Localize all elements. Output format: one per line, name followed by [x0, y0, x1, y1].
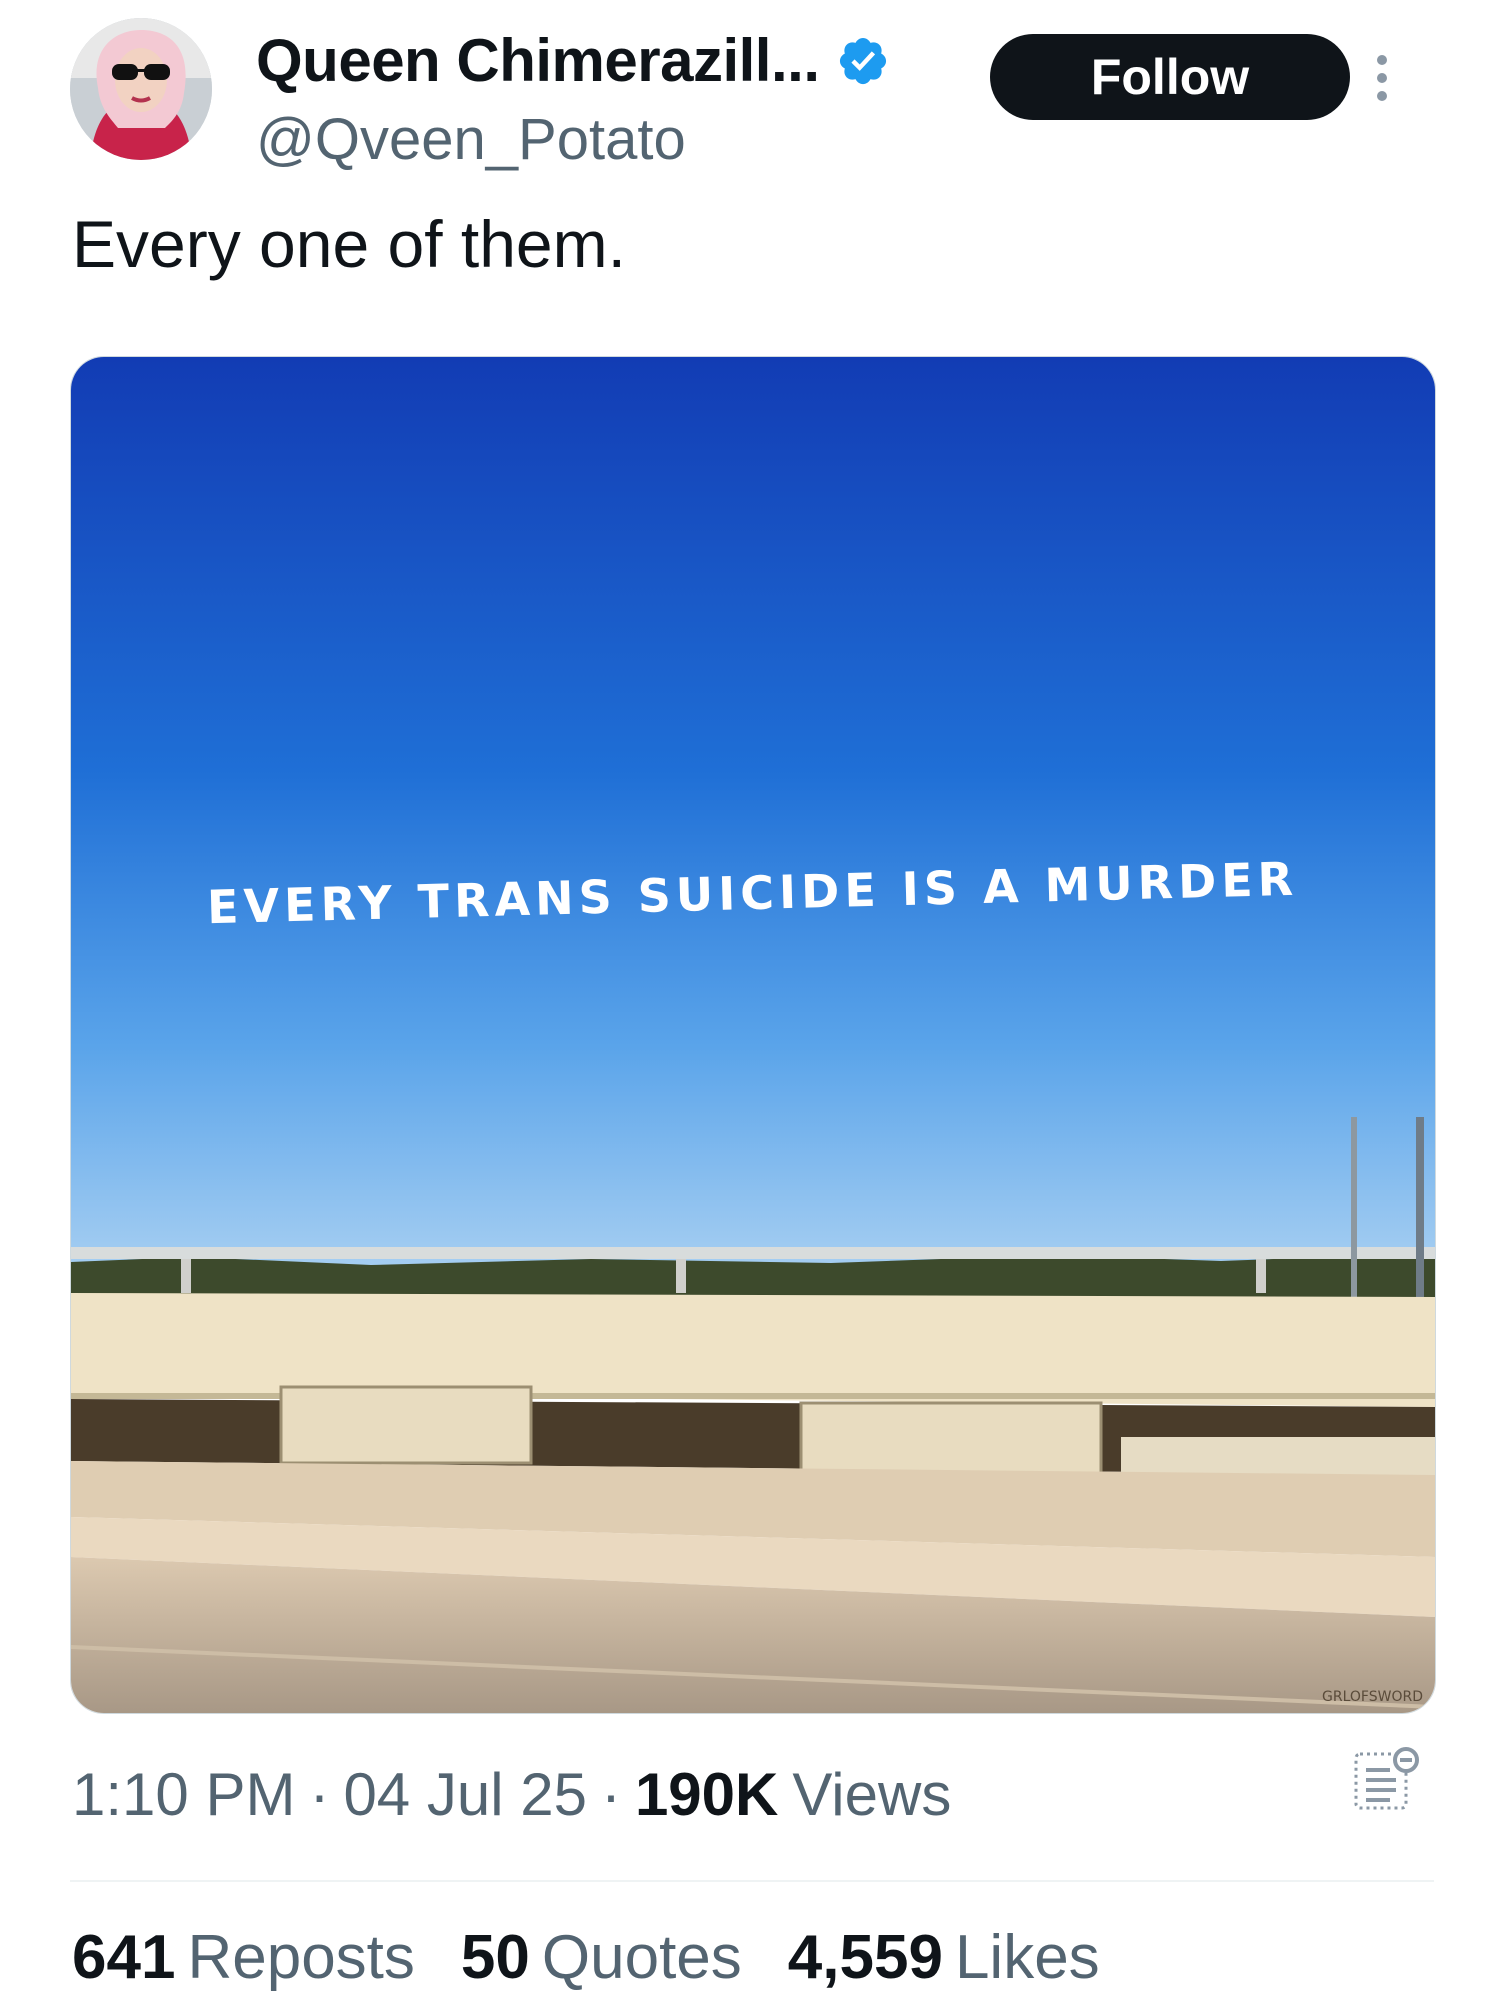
tweet-meta: 1:10 PM · 04 Jul 25 · 190K Views — [72, 1760, 951, 1829]
views-count: 190K — [634, 1761, 779, 1828]
tweet-header: Queen Chimerazill... @Qveen_Potato Follo… — [70, 18, 1440, 172]
tweet-text: Every one of them. — [72, 207, 626, 281]
follow-button[interactable]: Follow — [990, 34, 1350, 120]
divider — [70, 1880, 1434, 1882]
reposts-stat[interactable]: 641 Reposts — [72, 1922, 415, 1993]
likes-count: 4,559 — [787, 1923, 943, 1992]
tweet-media-image[interactable]: EVERY TRANS SUICIDE IS A MURDER GRLOFSWO… — [70, 356, 1436, 1714]
post-analytics-icon[interactable] — [1350, 1744, 1422, 1816]
meta-separator: · — [309, 1761, 330, 1828]
author-handle[interactable]: @Qveen_Potato — [256, 106, 686, 173]
profile-photo — [70, 18, 212, 160]
likes-stat[interactable]: 4,559 Likes — [788, 1922, 1100, 1993]
avatar[interactable] — [70, 18, 212, 160]
engagement-stats: 641 Reposts 50 Quotes 4,559 Likes — [72, 1922, 1146, 1993]
tweet-time[interactable]: 1:10 PM — [72, 1760, 295, 1829]
more-vertical-icon[interactable] — [1362, 48, 1402, 108]
photo-bridge-sign: EVERY TRANS SUICIDE IS A MURDER GRLOFSWO… — [71, 357, 1435, 1713]
quotes-count: 50 — [460, 1923, 530, 1992]
reposts-count: 641 — [72, 1923, 176, 1992]
quotes-stat[interactable]: 50 Quotes — [461, 1922, 742, 1993]
author-name-row[interactable]: Queen Chimerazill... — [256, 26, 890, 95]
display-name[interactable]: Queen Chimerazill... — [256, 26, 820, 95]
verified-badge-icon — [836, 34, 890, 88]
views-label: Views — [792, 1761, 952, 1828]
tweet-date[interactable]: 04 Jul 25 — [343, 1760, 587, 1829]
quotes-label: Quotes — [541, 1923, 742, 1992]
watermark-text: GRLOFSWORD — [1322, 1689, 1423, 1705]
meta-separator: · — [600, 1761, 621, 1828]
likes-label: Likes — [954, 1923, 1100, 1992]
reposts-label: Reposts — [187, 1923, 415, 1992]
